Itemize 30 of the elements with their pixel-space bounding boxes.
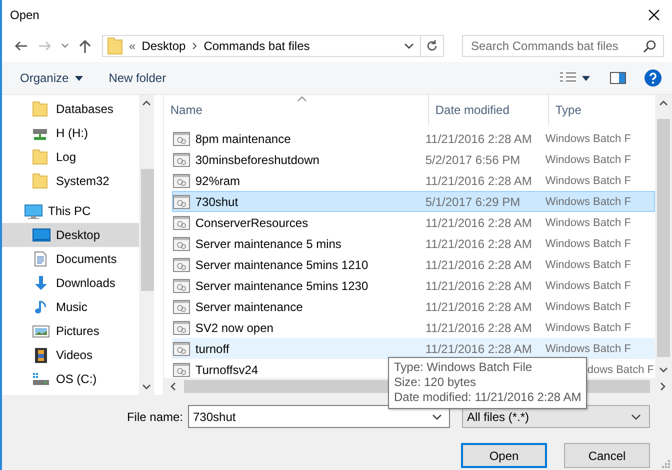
tooltip-text: Date modified: 11/21/2016 2:28 AM: [394, 390, 581, 405]
window-title: Open: [10, 8, 40, 22]
tooltip-text: Size: 120 bytes: [394, 375, 478, 390]
file-type: Windows Batch F: [545, 300, 631, 312]
file-type: Windows Batch F: [545, 174, 631, 186]
date-modified: 11/21/2016 2:28 AM: [425, 342, 532, 356]
file-type: Windows Batch F: [545, 342, 631, 354]
date-modified: 5/1/2017 6:29 PM: [425, 194, 520, 208]
file-type: Windows Batch F: [545, 216, 631, 228]
file-type: Windows Batch F: [545, 322, 631, 334]
date-modified: 11/21/2016 2:28 AM: [425, 236, 532, 250]
file-type: Windows Batch F: [545, 280, 631, 292]
date-modified: 11/21/2016 2:28 AM: [425, 174, 532, 188]
date-modified: 11/21/2016 2:28 AM: [425, 320, 532, 334]
file-type: Windows Batch F: [545, 132, 631, 144]
date-modified: 11/21/2016 2:28 AM: [425, 300, 532, 314]
date-modified: 11/21/2016 2:28 AM: [425, 132, 532, 146]
file-type: Windows Batch F: [545, 196, 631, 208]
file-type: Windows Batch F: [545, 258, 631, 270]
file-name: turnoff: [195, 342, 230, 356]
date-modified: 11/21/2016 2:28 AM: [425, 258, 532, 272]
file-type: Windows Batch F: [545, 238, 631, 250]
date-modified: 11/21/2016 2:28 AM: [425, 216, 532, 230]
file-type: dows Batch F: [587, 364, 654, 376]
date-modified: 5/2/2017 6:56 PM: [425, 152, 520, 166]
file-type: Windows Batch F: [545, 154, 631, 166]
field-label: File name:: [126, 410, 183, 424]
date-modified: 11/21/2016 2:28 AM: [425, 278, 532, 292]
file-name: 730shut: [195, 194, 238, 208]
tooltip-text: Type: Windows Batch File: [394, 360, 534, 375]
